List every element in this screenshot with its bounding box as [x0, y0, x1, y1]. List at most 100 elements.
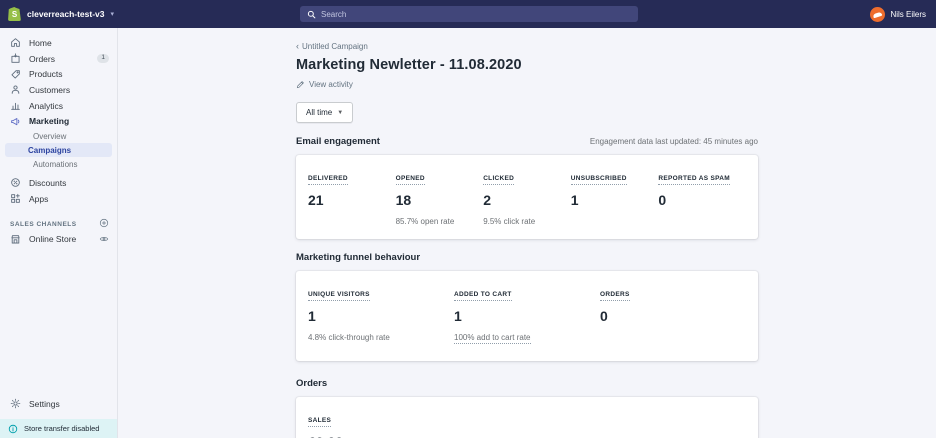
sidebar-item-label: Apps: [29, 194, 48, 204]
email-engagement-header: Email engagement Engagement data last up…: [296, 136, 758, 147]
funnel-card: UNIQUE VISITORS 1 4.8% click-through rat…: [296, 271, 758, 361]
subitem-label: Automations: [33, 160, 77, 169]
stat-sub: 9.5% click rate: [483, 217, 571, 226]
bar-chart-icon: [10, 100, 21, 111]
sidebar-item-label: Settings: [29, 399, 60, 409]
apps-icon: [10, 193, 21, 204]
breadcrumb-label: Untitled Campaign: [302, 42, 368, 51]
avatar: [870, 7, 885, 22]
sidebar-item-online-store[interactable]: Online Store: [0, 232, 117, 248]
discount-icon: [10, 177, 21, 188]
sidebar-item-settings[interactable]: Settings: [0, 396, 117, 412]
sidebar-item-marketing[interactable]: Marketing: [0, 113, 117, 129]
store-transfer-notice[interactable]: Store transfer disabled: [0, 419, 117, 438]
stat-label[interactable]: DELIVERED: [308, 175, 348, 185]
tag-icon: [10, 69, 21, 80]
stat-orders: ORDERS 0: [600, 283, 746, 345]
preview-store-button[interactable]: [99, 234, 109, 244]
eye-icon: [99, 234, 109, 244]
sidebar-item-orders[interactable]: Orders 1: [0, 51, 117, 67]
section-title: Orders: [296, 378, 327, 389]
funnel-header: Marketing funnel behaviour: [296, 252, 758, 263]
stat-sub[interactable]: 100% add to cart rate: [454, 333, 531, 344]
chevron-down-icon: ▾: [111, 10, 115, 18]
topbar: S cleverreach-test-v3 ▾ Nils Eilers: [0, 0, 936, 28]
sidebar-item-label: Marketing: [29, 116, 69, 126]
subitem-label: Campaigns: [28, 146, 71, 155]
stat-unique-visitors: UNIQUE VISITORS 1 4.8% click-through rat…: [308, 283, 454, 345]
stat-value: 0: [600, 308, 746, 324]
stat-label[interactable]: REPORTED AS SPAM: [658, 175, 730, 185]
sidebar-item-analytics[interactable]: Analytics: [0, 98, 117, 114]
global-search[interactable]: [300, 6, 638, 22]
sidebar-subitem-overview[interactable]: Overview: [5, 129, 112, 143]
sales-label[interactable]: SALES: [308, 417, 331, 427]
stat-value: 1: [571, 192, 659, 208]
add-channel-button[interactable]: [99, 218, 109, 230]
view-activity-link[interactable]: View activity: [296, 80, 758, 89]
sidebar-item-apps[interactable]: Apps: [0, 191, 117, 207]
sidebar-item-label: Analytics: [29, 101, 63, 111]
stat-value: 1: [308, 308, 454, 324]
orders-count-badge: 1: [97, 54, 109, 63]
breadcrumb[interactable]: ‹ Untitled Campaign: [296, 41, 758, 51]
stat-value: 1: [454, 308, 600, 324]
page-title: Marketing Newletter - 11.08.2020: [296, 57, 758, 73]
storefront-icon: [10, 234, 21, 245]
sales-channels-header: SALES CHANNELS: [0, 217, 117, 232]
stat-sub: 85.7% open rate: [396, 217, 484, 226]
stat-label[interactable]: CLICKED: [483, 175, 514, 185]
orders-header: Orders: [296, 378, 758, 389]
sidebar-item-customers[interactable]: Customers: [0, 82, 117, 98]
stat-reported-spam: REPORTED AS SPAM 0: [658, 167, 746, 226]
search-icon: [307, 10, 316, 19]
stat-clicked: CLICKED 2 9.5% click rate: [483, 167, 571, 226]
user-name: Nils Eilers: [890, 10, 926, 19]
stat-label[interactable]: UNSUBSCRIBED: [571, 175, 627, 185]
sidebar-item-products[interactable]: Products: [0, 66, 117, 82]
stat-label[interactable]: ADDED TO CART: [454, 291, 512, 301]
sidebar-item-label: Online Store: [29, 234, 76, 244]
stat-value: 2: [483, 192, 571, 208]
stat-opened: OPENED 18 85.7% open rate: [396, 167, 484, 226]
megaphone-icon: [10, 116, 21, 127]
stat-label[interactable]: OPENED: [396, 175, 425, 185]
stat-label[interactable]: ORDERS: [600, 291, 630, 301]
home-icon: [10, 37, 21, 48]
stat-value: 18: [396, 192, 484, 208]
sidebar-subitem-automations[interactable]: Automations: [5, 157, 112, 171]
date-filter-button[interactable]: All time ▼: [296, 102, 353, 123]
sidebar-subitem-campaigns[interactable]: Campaigns: [5, 143, 112, 157]
gear-icon: [10, 398, 21, 411]
sidebar-item-label: Products: [29, 69, 63, 79]
sidebar-item-discounts[interactable]: Discounts: [0, 175, 117, 191]
pencil-icon: [296, 80, 305, 89]
view-activity-label: View activity: [309, 80, 353, 89]
sidebar-item-label: Discounts: [29, 178, 66, 188]
stat-label[interactable]: UNIQUE VISITORS: [308, 291, 370, 301]
email-engagement-card: DELIVERED 21 OPENED 18 85.7% open rate C…: [296, 155, 758, 239]
store-name: cleverreach-test-v3: [27, 9, 105, 19]
customers-icon: [10, 84, 21, 95]
stat-delivered: DELIVERED 21: [308, 167, 396, 226]
store-switcher[interactable]: S cleverreach-test-v3 ▾: [0, 7, 180, 21]
stat-value: 21: [308, 192, 396, 208]
search-input[interactable]: [321, 10, 631, 19]
orders-icon: [10, 53, 21, 64]
sales-value: €0.00: [308, 434, 746, 438]
section-title: Email engagement: [296, 136, 380, 147]
plus-circle-icon: [99, 218, 109, 228]
user-menu[interactable]: Nils Eilers: [870, 7, 936, 22]
sidebar-item-home[interactable]: Home: [0, 35, 117, 51]
store-transfer-label: Store transfer disabled: [24, 424, 99, 433]
section-title: Marketing funnel behaviour: [296, 252, 420, 263]
subitem-label: Overview: [33, 132, 66, 141]
engagement-updated-note: Engagement data last updated: 45 minutes…: [590, 137, 758, 146]
sidebar-item-label: Customers: [29, 85, 70, 95]
orders-card: SALES €0.00 Average order value €0.00: [296, 397, 758, 438]
sales-channels-label: SALES CHANNELS: [10, 221, 77, 228]
sidebar-item-label: Orders: [29, 54, 55, 64]
sidebar: Home Orders 1 Products Customers Analyti…: [0, 28, 118, 438]
stat-value: 0: [658, 192, 746, 208]
chevron-down-icon: ▼: [337, 110, 343, 116]
